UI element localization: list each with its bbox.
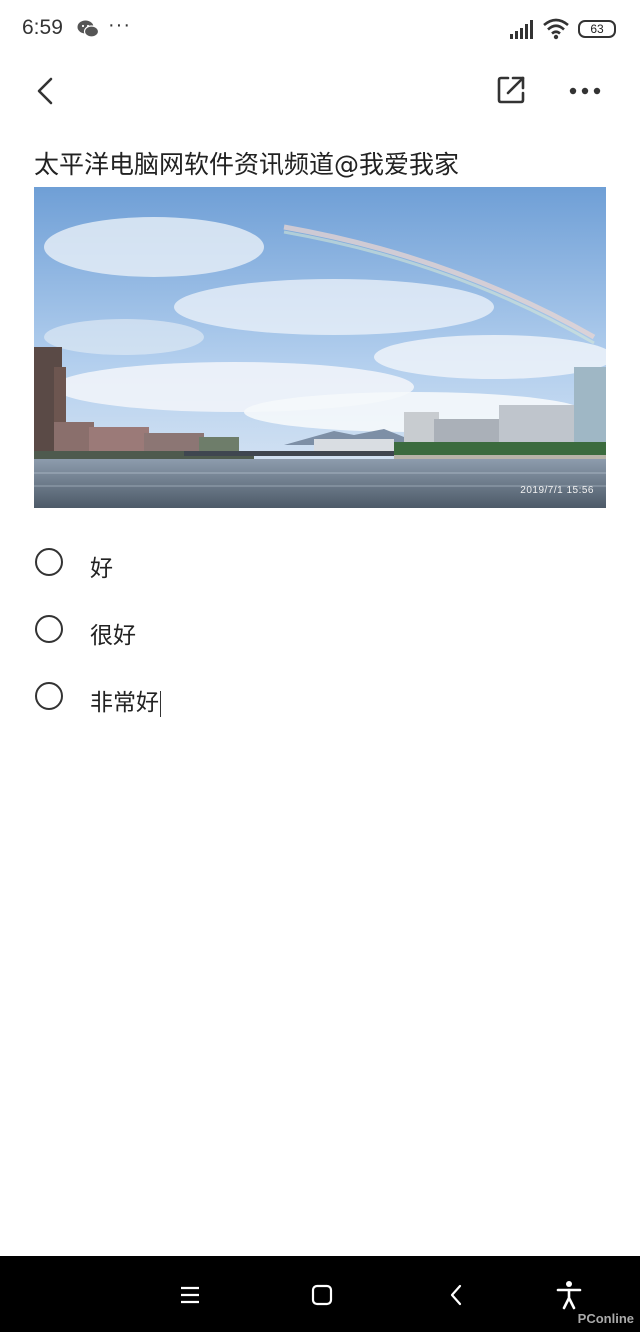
river-landscape-image xyxy=(34,187,606,508)
accessibility-icon xyxy=(556,1281,582,1310)
battery-icon: 63 xyxy=(578,20,616,38)
checkbox-circle-icon[interactable] xyxy=(35,615,63,643)
checklist-item[interactable]: 非常好 xyxy=(34,674,594,722)
more-horizontal-icon xyxy=(569,87,601,95)
battery-level: 63 xyxy=(590,22,604,36)
back-icon xyxy=(450,1284,462,1306)
status-more-indicator: ··· xyxy=(108,14,131,36)
chevron-left-icon xyxy=(37,77,53,105)
status-bar: 6:59 ··· 63 xyxy=(0,0,640,60)
checkbox-circle-icon[interactable] xyxy=(35,548,63,576)
note-title[interactable]: 太平洋电脑网软件资讯频道@我爱我家 xyxy=(34,145,459,181)
note-photo[interactable]: 2019/7/1 15:56 xyxy=(34,187,606,508)
checklist-item-label[interactable]: 很好 xyxy=(90,616,136,650)
share-external-icon xyxy=(497,76,525,104)
signal-icon xyxy=(510,20,533,39)
menu-icon xyxy=(181,1286,199,1304)
system-navigation-bar: PConline xyxy=(0,1256,640,1332)
share-button[interactable] xyxy=(494,73,528,107)
back-button[interactable] xyxy=(30,72,64,110)
wifi-icon xyxy=(543,18,569,40)
photo-timestamp: 2019/7/1 15:56 xyxy=(520,485,594,496)
wechat-icon xyxy=(77,20,99,38)
checklist-item[interactable]: 很好 xyxy=(34,607,594,655)
checklist-item-text: 非常好 xyxy=(90,690,159,716)
recent-apps-button[interactable] xyxy=(175,1280,205,1310)
checklist-item-label-editing[interactable]: 非常好 xyxy=(90,683,161,717)
home-button[interactable] xyxy=(307,1280,337,1310)
status-time: 6:59 xyxy=(22,16,63,39)
system-back-button[interactable] xyxy=(442,1280,472,1310)
more-options-button[interactable] xyxy=(566,76,604,106)
checkbox-circle-icon[interactable] xyxy=(35,682,63,710)
accessibility-button[interactable] xyxy=(554,1280,584,1310)
home-icon xyxy=(311,1284,333,1306)
checklist-item[interactable]: 好 xyxy=(34,540,594,588)
watermark-logo: PConline xyxy=(577,1311,634,1326)
text-cursor xyxy=(160,690,161,717)
checklist-item-label[interactable]: 好 xyxy=(90,549,113,583)
